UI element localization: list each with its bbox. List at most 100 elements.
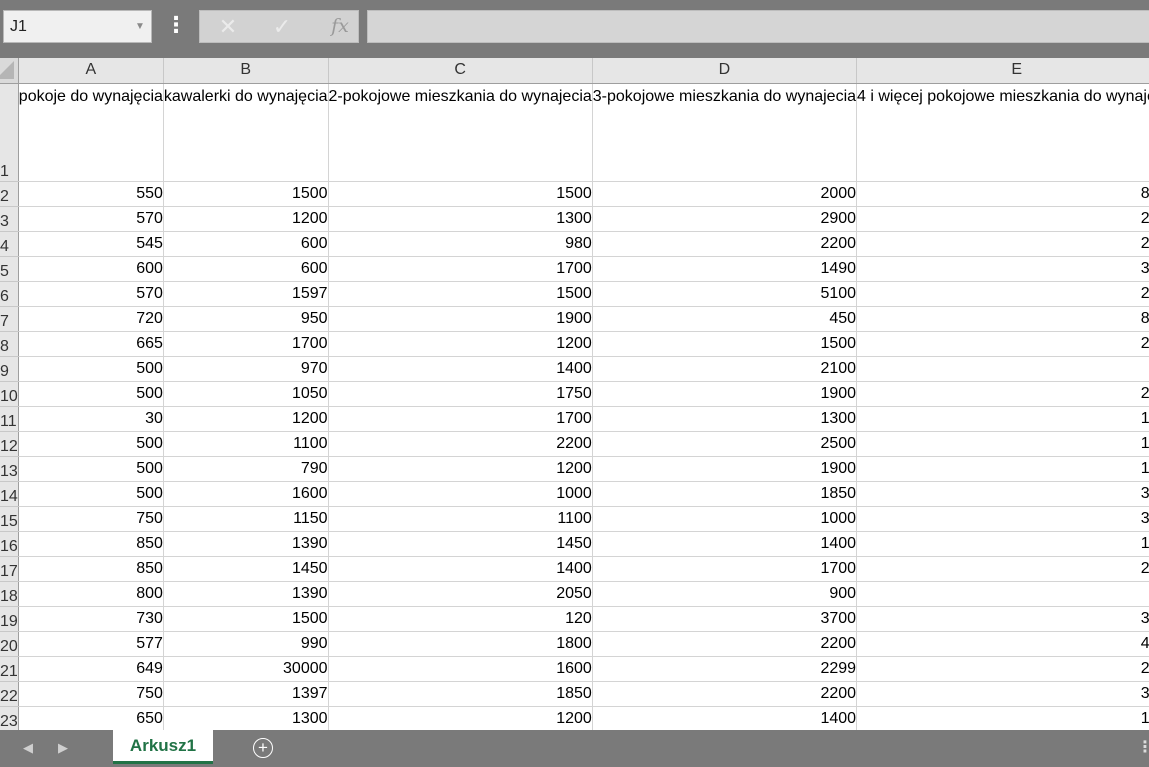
cell-e22[interactable]: 3300 (856, 681, 1149, 707)
cell-a18[interactable]: 800 (18, 581, 164, 607)
cell-b23[interactable]: 1300 (163, 706, 329, 730)
cell-b11[interactable]: 1200 (163, 406, 329, 432)
cell-c1[interactable]: 2-pokojowe mieszkania do wynajecia (328, 83, 593, 182)
cell-b1[interactable]: kawalerki do wynajęcia (163, 83, 329, 182)
row-header[interactable]: 17 (0, 556, 19, 582)
cell-c20[interactable]: 1800 (328, 631, 593, 657)
cell-d20[interactable]: 2200 (592, 631, 858, 657)
cell-b15[interactable]: 1150 (163, 506, 329, 532)
column-header-a[interactable]: A (18, 58, 164, 84)
row-header[interactable]: 22 (0, 681, 19, 707)
cell-b18[interactable]: 1390 (163, 581, 329, 607)
cell-a11[interactable]: 30 (18, 406, 164, 432)
cell-b17[interactable]: 1450 (163, 556, 329, 582)
cell-b14[interactable]: 1600 (163, 481, 329, 507)
cell-a4[interactable]: 545 (18, 231, 164, 257)
cell-d16[interactable]: 1400 (592, 531, 858, 557)
cell-a3[interactable]: 570 (18, 206, 164, 232)
cell-d19[interactable]: 3700 (592, 606, 858, 632)
cell-e15[interactable]: 3500 (856, 506, 1149, 532)
cell-b6[interactable]: 1597 (163, 281, 329, 307)
cell-e1[interactable]: 4 i więcej pokojowe mieszkania do wynaję… (856, 83, 1149, 182)
cell-a7[interactable]: 720 (18, 306, 164, 332)
chevron-down-icon[interactable]: ▼ (133, 11, 147, 42)
name-box[interactable]: J1 ▼ (3, 10, 152, 43)
cell-c19[interactable]: 120 (328, 606, 593, 632)
cell-d4[interactable]: 2200 (592, 231, 858, 257)
row-header[interactable]: 18 (0, 581, 19, 607)
cell-b12[interactable]: 1100 (163, 431, 329, 457)
cell-c17[interactable]: 1400 (328, 556, 593, 582)
cell-d17[interactable]: 1700 (592, 556, 858, 582)
cell-c15[interactable]: 1100 (328, 506, 593, 532)
cell-a15[interactable]: 750 (18, 506, 164, 532)
cell-a12[interactable]: 500 (18, 431, 164, 457)
cell-e12[interactable]: 1600 (856, 431, 1149, 457)
cell-e8[interactable]: 2200 (856, 331, 1149, 357)
cell-e14[interactable]: 3500 (856, 481, 1149, 507)
cell-b7[interactable]: 950 (163, 306, 329, 332)
cell-d2[interactable]: 2000 (592, 181, 858, 207)
cell-e2[interactable]: 8000 (856, 181, 1149, 207)
cell-a14[interactable]: 500 (18, 481, 164, 507)
cell-c5[interactable]: 1700 (328, 256, 593, 282)
cell-e5[interactable]: 3500 (856, 256, 1149, 282)
cell-d22[interactable]: 2200 (592, 681, 858, 707)
row-header[interactable]: 4 (0, 231, 19, 257)
column-header-d[interactable]: D (592, 58, 858, 84)
cell-b13[interactable]: 790 (163, 456, 329, 482)
row-header[interactable]: 23 (0, 706, 19, 730)
row-header[interactable]: 5 (0, 256, 19, 282)
row-header[interactable]: 21 (0, 656, 19, 682)
column-header-c[interactable]: C (328, 58, 593, 84)
cell-c10[interactable]: 1750 (328, 381, 593, 407)
cell-d15[interactable]: 1000 (592, 506, 858, 532)
cell-a13[interactable]: 500 (18, 456, 164, 482)
cell-b4[interactable]: 600 (163, 231, 329, 257)
cell-c2[interactable]: 1500 (328, 181, 593, 207)
cell-b10[interactable]: 1050 (163, 381, 329, 407)
row-header[interactable]: 6 (0, 281, 19, 307)
cell-e6[interactable]: 2000 (856, 281, 1149, 307)
row-header[interactable]: 11 (0, 406, 19, 432)
tab-scroll-left-icon[interactable]: ◀ (20, 738, 36, 758)
row-header[interactable]: 19 (0, 606, 19, 632)
select-all-corner[interactable] (0, 58, 19, 84)
row-header[interactable]: 20 (0, 631, 19, 657)
cell-d8[interactable]: 1500 (592, 331, 858, 357)
cell-d14[interactable]: 1850 (592, 481, 858, 507)
cell-c8[interactable]: 1200 (328, 331, 593, 357)
sheet-tab-arkusz1[interactable]: Arkusz1 (113, 730, 213, 764)
cell-e21[interactable]: 2800 (856, 656, 1149, 682)
cell-c4[interactable]: 980 (328, 231, 593, 257)
cell-c11[interactable]: 1700 (328, 406, 593, 432)
cell-e3[interactable]: 2900 (856, 206, 1149, 232)
cell-c21[interactable]: 1600 (328, 656, 593, 682)
cell-d23[interactable]: 1400 (592, 706, 858, 730)
cell-d12[interactable]: 2500 (592, 431, 858, 457)
cell-d18[interactable]: 900 (592, 581, 858, 607)
cell-c12[interactable]: 2200 (328, 431, 593, 457)
cell-a20[interactable]: 577 (18, 631, 164, 657)
cell-d13[interactable]: 1900 (592, 456, 858, 482)
cell-a17[interactable]: 850 (18, 556, 164, 582)
cell-b8[interactable]: 1700 (163, 331, 329, 357)
row-header[interactable]: 1 (0, 83, 19, 182)
cell-b20[interactable]: 990 (163, 631, 329, 657)
cell-e20[interactable]: 4500 (856, 631, 1149, 657)
cell-a8[interactable]: 665 (18, 331, 164, 357)
column-header-b[interactable]: B (163, 58, 329, 84)
row-header[interactable]: 15 (0, 506, 19, 532)
cell-e4[interactable]: 2000 (856, 231, 1149, 257)
cell-a19[interactable]: 730 (18, 606, 164, 632)
cell-d21[interactable]: 2299 (592, 656, 858, 682)
cell-e19[interactable]: 3800 (856, 606, 1149, 632)
cancel-icon[interactable]: ✕ (208, 11, 248, 42)
cell-c13[interactable]: 1200 (328, 456, 593, 482)
cell-a10[interactable]: 500 (18, 381, 164, 407)
cell-e18[interactable]: 470 (856, 581, 1149, 607)
cell-e9[interactable]: 620 (856, 356, 1149, 382)
row-header[interactable]: 8 (0, 331, 19, 357)
cell-a23[interactable]: 650 (18, 706, 164, 730)
cell-a1[interactable]: pokoje do wynajęcia (18, 83, 164, 182)
